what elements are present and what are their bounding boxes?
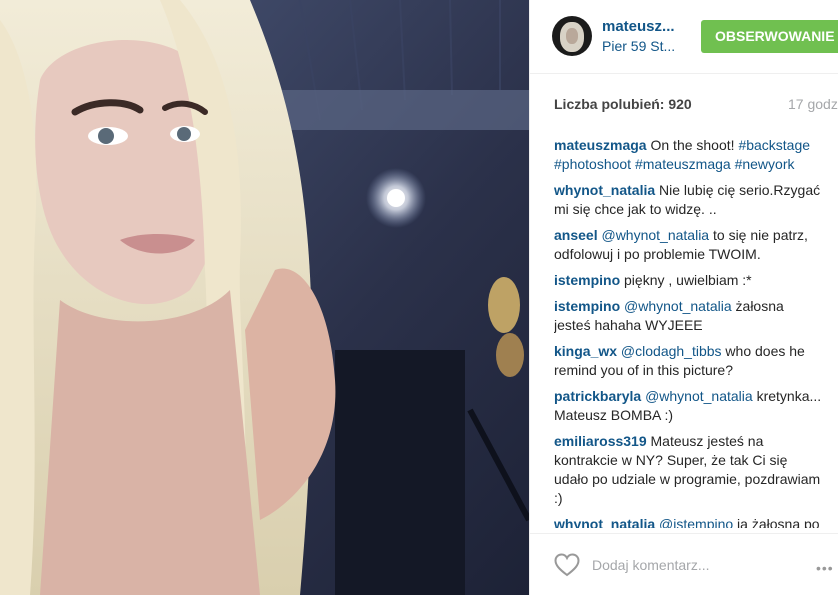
- mention-link[interactable]: @istempino: [659, 516, 733, 528]
- comment-item: whynot_natalia Nie lubię cię serio.Rzyga…: [554, 181, 824, 219]
- follow-button[interactable]: OBSERWOWANIE: [701, 20, 838, 53]
- comment-username-link[interactable]: emiliaross319: [554, 433, 647, 449]
- comment-username-link[interactable]: whynot_natalia: [554, 182, 655, 198]
- heart-icon[interactable]: [554, 553, 580, 582]
- post-timestamp[interactable]: 17 godz.: [788, 96, 838, 112]
- comment-item: istempino piękny , uwielbiam :*: [554, 271, 824, 290]
- post-header: mateusz... Pier 59 St... OBSERWOWANIE: [530, 0, 838, 74]
- post-actions-bar: •••: [530, 533, 838, 595]
- comment-item: emiliaross319 Mateusz jesteś na kontrakc…: [554, 432, 824, 508]
- comment-item: whynot_natalia @istempino ja żałosna po …: [554, 515, 824, 528]
- post-photo[interactable]: [0, 0, 529, 595]
- location-link[interactable]: Pier 59 St...: [602, 38, 680, 54]
- comment-text: On the shoot!: [646, 137, 739, 153]
- author-avatar[interactable]: [552, 16, 592, 56]
- likes-count[interactable]: Liczba polubień: 920: [554, 96, 692, 112]
- mention-link[interactable]: @clodagh_tibbs: [621, 343, 722, 359]
- hashtag-link[interactable]: #mateuszmaga: [635, 156, 731, 172]
- comment-item: patrickbaryla @whynot_natalia kretynka..…: [554, 387, 824, 425]
- comment-username-link[interactable]: patrickbaryla: [554, 388, 641, 404]
- comment-username-link[interactable]: istempino: [554, 272, 620, 288]
- mention-link[interactable]: @whynot_natalia: [645, 388, 753, 404]
- comment-username-link[interactable]: anseel: [554, 227, 598, 243]
- comment-item: mateuszmaga On the shoot! #backstage #ph…: [554, 136, 824, 174]
- comment-text: piękny , uwielbiam :*: [620, 272, 752, 288]
- hashtag-link[interactable]: #newyork: [735, 156, 795, 172]
- post-side-panel: mateusz... Pier 59 St... OBSERWOWANIE Li…: [529, 0, 838, 595]
- hashtag-link[interactable]: #backstage: [738, 137, 810, 153]
- mention-link[interactable]: @whynot_natalia: [601, 227, 709, 243]
- more-options-icon[interactable]: •••: [816, 560, 834, 576]
- photo-image: [0, 0, 529, 595]
- author-username-link[interactable]: mateusz...: [602, 18, 680, 35]
- comment-item: kinga_wx @clodagh_tibbs who does he remi…: [554, 342, 824, 380]
- comments-list: mateuszmaga On the shoot! #backstage #ph…: [554, 136, 824, 528]
- comment-username-link[interactable]: istempino: [554, 298, 620, 314]
- mention-link[interactable]: @whynot_natalia: [624, 298, 732, 314]
- comment-item: anseel @whynot_natalia to się nie patrz,…: [554, 226, 824, 264]
- comment-item: istempino @whynot_natalia żałosna jesteś…: [554, 297, 824, 335]
- add-comment-input[interactable]: [592, 554, 782, 576]
- comment-username-link[interactable]: whynot_natalia: [554, 516, 655, 528]
- hashtag-link[interactable]: #photoshoot: [554, 156, 631, 172]
- comment-username-link[interactable]: mateuszmaga: [554, 137, 647, 153]
- comment-username-link[interactable]: kinga_wx: [554, 343, 617, 359]
